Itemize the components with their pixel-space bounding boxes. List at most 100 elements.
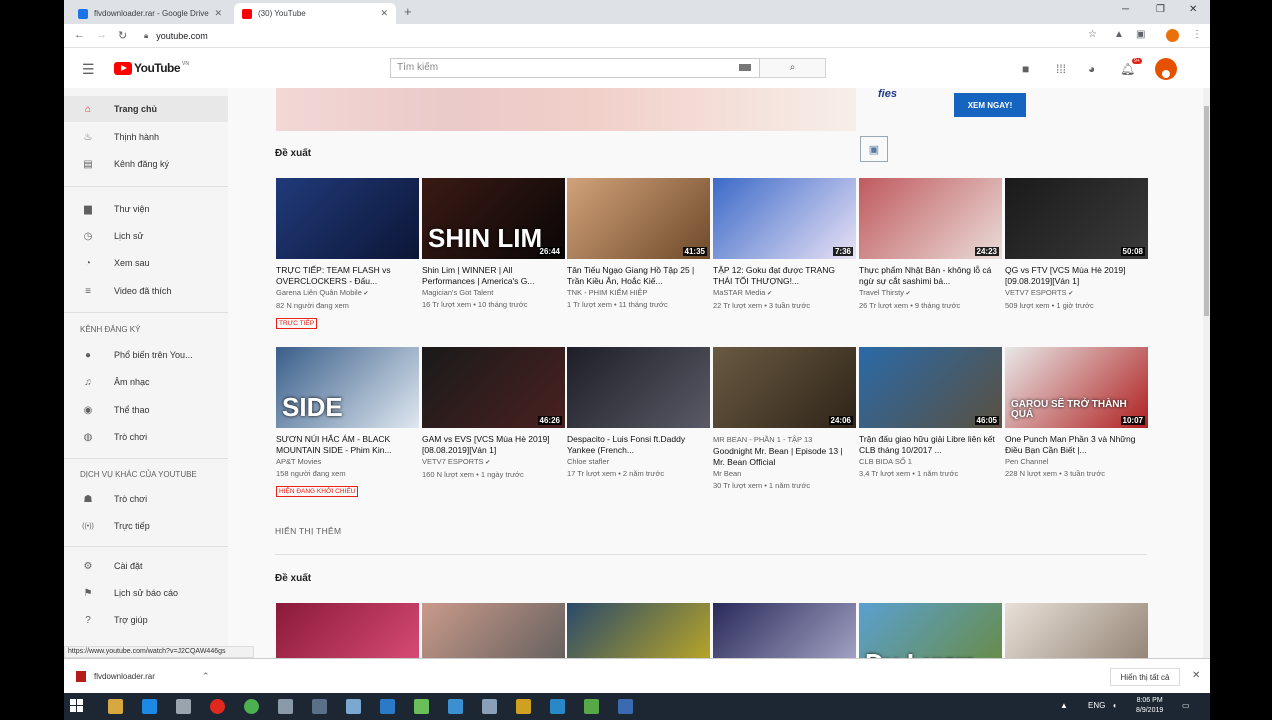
video-card[interactable] [1005, 603, 1148, 658]
menu-icon[interactable]: ⋮ [1192, 29, 1202, 40]
app-icon[interactable] [516, 699, 531, 714]
video-thumbnail[interactable]: 46:26 [422, 347, 565, 428]
video-card[interactable]: SIDE SƯƠN NÚI HẮC ÁM - BLACK MOUNTAIN SID… [276, 347, 419, 498]
sidebar-item-clock[interactable]: ◔ Xem sau [64, 250, 228, 276]
channel-name[interactable]: Chloe stafler [567, 456, 710, 468]
forward-icon[interactable]: → [96, 29, 107, 41]
video-card[interactable] [422, 603, 565, 658]
channel-name[interactable]: Travel Thirsty ✔ [859, 287, 1002, 300]
scrollbar-thumb[interactable] [1204, 106, 1209, 316]
close-tab-icon[interactable]: ✕ [380, 8, 388, 19]
chrome-icon[interactable] [244, 699, 259, 714]
video-card[interactable] [567, 603, 710, 658]
search-input[interactable]: Tìm kiếm [390, 58, 760, 78]
video-card[interactable]: GAROU SẼ TRỞ THÀNH QUÁ 10:07 One Punch Man… [1005, 347, 1148, 480]
channel-name[interactable]: CLB BIDA SỐ 1 [859, 456, 1002, 468]
close-icon[interactable]: ✕ [1192, 670, 1200, 681]
new-tab-button[interactable]: + [404, 4, 412, 19]
reload-icon[interactable]: ↻ [118, 29, 127, 42]
video-card[interactable]: Du Lượn [859, 603, 1002, 658]
tab-youtube[interactable]: (30) YouTube ✕ [234, 3, 396, 24]
app-icon[interactable] [618, 699, 633, 714]
extension-icon[interactable]: ▲ [1114, 29, 1124, 40]
network-icon[interactable]: ▲ [1060, 701, 1068, 710]
video-card[interactable]: 24:23 Thực phẩm Nhật Bản - không lỗ cá ng… [859, 178, 1002, 312]
app-icon[interactable] [584, 699, 599, 714]
video-thumbnail[interactable]: GAROU SẼ TRỞ THÀNH QUÁ 10:07 [1005, 347, 1148, 428]
video-title[interactable]: Shin Lim | WINNER | All Performances | A… [422, 265, 565, 287]
action-center-icon[interactable]: ▭ [1182, 701, 1190, 710]
back-icon[interactable]: ← [74, 29, 85, 41]
app-icon[interactable] [414, 699, 429, 714]
app-icon[interactable] [482, 699, 497, 714]
chevron-up-icon[interactable]: ⌃ [202, 671, 210, 682]
video-card[interactable]: SHIN LIM 26:44 Shin Lim | WINNER | All Per… [422, 178, 565, 311]
video-card[interactable]: 24:06 MR BEAN - PHẦN 1 - TẬP 13 Goodnight … [713, 347, 856, 492]
video-thumbnail[interactable]: SIDE [276, 347, 419, 428]
avatar[interactable] [1155, 58, 1177, 80]
messages-icon[interactable]: ◕ [1088, 62, 1095, 76]
video-title[interactable]: TRỰC TIẾP: TEAM FLASH vs OVERCLOCKERS - … [276, 265, 419, 287]
channel-name[interactable]: Magician's Got Talent [422, 287, 565, 299]
video-card[interactable]: TRỰC TIẾP: TEAM FLASH vs OVERCLOCKERS - … [276, 178, 419, 330]
video-title[interactable]: GAM vs EVS [VCS Mùa Hè 2019][08.08.2019]… [422, 434, 565, 456]
video-title[interactable]: QG vs FTV [VCS Mùa Hè 2019][09.08.2019][… [1005, 265, 1148, 287]
sidebar-item-gear[interactable]: ⚙ Cài đặt [64, 553, 228, 579]
video-thumbnail[interactable]: 41:35 [567, 178, 710, 259]
sidebar-item-home[interactable]: ⌂ Trang chủ [64, 96, 228, 122]
channel-name[interactable]: AP&T Movies [276, 456, 419, 468]
video-thumbnail[interactable]: SHIN LIM 26:44 [422, 178, 565, 259]
mail-icon[interactable] [176, 699, 191, 714]
video-title[interactable]: SƯƠN NÚI HẮC ÁM - BLACK MOUNTAIN SIDE - … [276, 434, 419, 456]
ad-info-icon[interactable]: ▣ [860, 136, 888, 162]
video-card[interactable]: 41:35 Tân Tiếu Ngạo Giang Hồ Tập 25 | Trầ… [567, 178, 710, 311]
video-thumbnail[interactable]: FIVE NIGHTS AT FREDDY'S [713, 603, 856, 658]
app-icon[interactable] [550, 699, 565, 714]
minimize-icon[interactable]: ─ [1122, 4, 1129, 15]
app-icon[interactable] [278, 699, 293, 714]
edge-icon[interactable] [142, 699, 157, 714]
star-icon[interactable]: ☆ [1088, 29, 1097, 40]
video-card[interactable]: Despacito - Luis Fonsi ft.Daddy Yankee (… [567, 347, 710, 480]
apps-icon[interactable]: ⁞⁞⁞ [1056, 62, 1066, 76]
video-title[interactable]: Goodnight Mr. Bean | Episode 13 | Mr. Be… [713, 446, 856, 468]
channel-name[interactable]: TNK - PHIM KIẾM HIỆP [567, 287, 710, 299]
file-explorer-icon[interactable] [108, 699, 123, 714]
sidebar-item-music[interactable]: ♫ Âm nhạc [64, 369, 228, 395]
keyboard-icon[interactable] [739, 64, 751, 71]
sidebar-item-subscriptions[interactable]: ▤ Kênh đăng ký [64, 151, 228, 177]
app-icon[interactable] [448, 699, 463, 714]
video-thumbnail[interactable]: Du Lượn [859, 603, 1002, 658]
video-thumbnail[interactable]: 46:05 [859, 347, 1002, 428]
close-window-icon[interactable]: ✕ [1189, 4, 1197, 15]
channel-name[interactable]: Mr Bean [713, 468, 856, 480]
video-card[interactable] [276, 603, 419, 658]
maximize-icon[interactable]: ❐ [1156, 4, 1165, 15]
video-title[interactable]: Tân Tiếu Ngạo Giang Hồ Tập 25 | Trần Kiề… [567, 265, 710, 287]
video-thumbnail[interactable] [567, 347, 710, 428]
video-card[interactable]: FIVE NIGHTS AT FREDDY'S [713, 603, 856, 658]
video-thumbnail[interactable] [276, 178, 419, 259]
video-title[interactable]: Trận đấu giao hữu giải Libre liên kết CL… [859, 434, 1002, 456]
app-icon[interactable] [210, 699, 225, 714]
video-thumbnail[interactable] [276, 603, 419, 658]
sidebar-item-help[interactable]: ? Trợ giúp [64, 607, 228, 633]
sidebar-item-flag[interactable]: ⚑ Lịch sử báo cáo [64, 580, 228, 606]
channel-name[interactable]: VETV7 ESPORTS ✔ [1005, 287, 1148, 300]
sidebar-item-folder[interactable]: ▆ Thư viện [64, 196, 228, 222]
video-card[interactable]: 46:05 Trận đấu giao hữu giải Libre liên k… [859, 347, 1002, 480]
sidebar-item-history[interactable]: ◷ Lịch sử [64, 223, 228, 249]
video-card[interactable]: 50:08 QG vs FTV [VCS Mùa Hè 2019][09.08.2… [1005, 178, 1148, 312]
channel-name[interactable]: MaSTAR Media ✔ [713, 287, 856, 300]
download-item[interactable]: flvdownloader.rar [76, 671, 155, 682]
video-title[interactable]: TẬP 12: Goku đạt được TRẠNG THÁI TỐI THƯ… [713, 265, 856, 287]
video-thumbnail[interactable] [567, 603, 710, 658]
sidebar-item-gamepad[interactable]: ☗ Trò chơi [64, 486, 228, 512]
app-icon[interactable] [380, 699, 395, 714]
video-thumbnail[interactable] [422, 603, 565, 658]
hamburger-icon[interactable]: ☰ [82, 61, 95, 78]
show-more-button[interactable]: HIỂN THỊ THÊM [275, 526, 341, 536]
youtube-logo[interactable]: YouTube VN [114, 61, 189, 75]
ad-cta-button[interactable]: XEM NGAY! [954, 93, 1026, 117]
tab-google-drive[interactable]: flvdownloader.rar - Google Drive ✕ [70, 3, 230, 24]
